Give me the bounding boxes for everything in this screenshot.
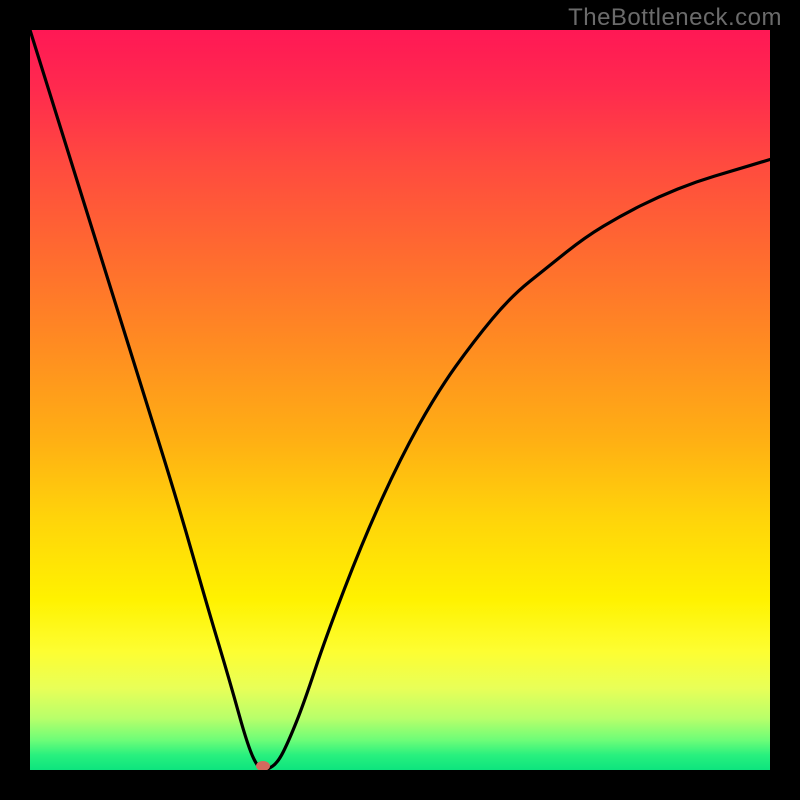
- curve-svg: [30, 30, 770, 770]
- bottleneck-curve: [30, 30, 770, 770]
- watermark-text: TheBottleneck.com: [568, 4, 782, 32]
- chart-frame: TheBottleneck.com: [0, 0, 800, 800]
- plot-area: [30, 30, 770, 770]
- optimum-marker: [256, 761, 270, 770]
